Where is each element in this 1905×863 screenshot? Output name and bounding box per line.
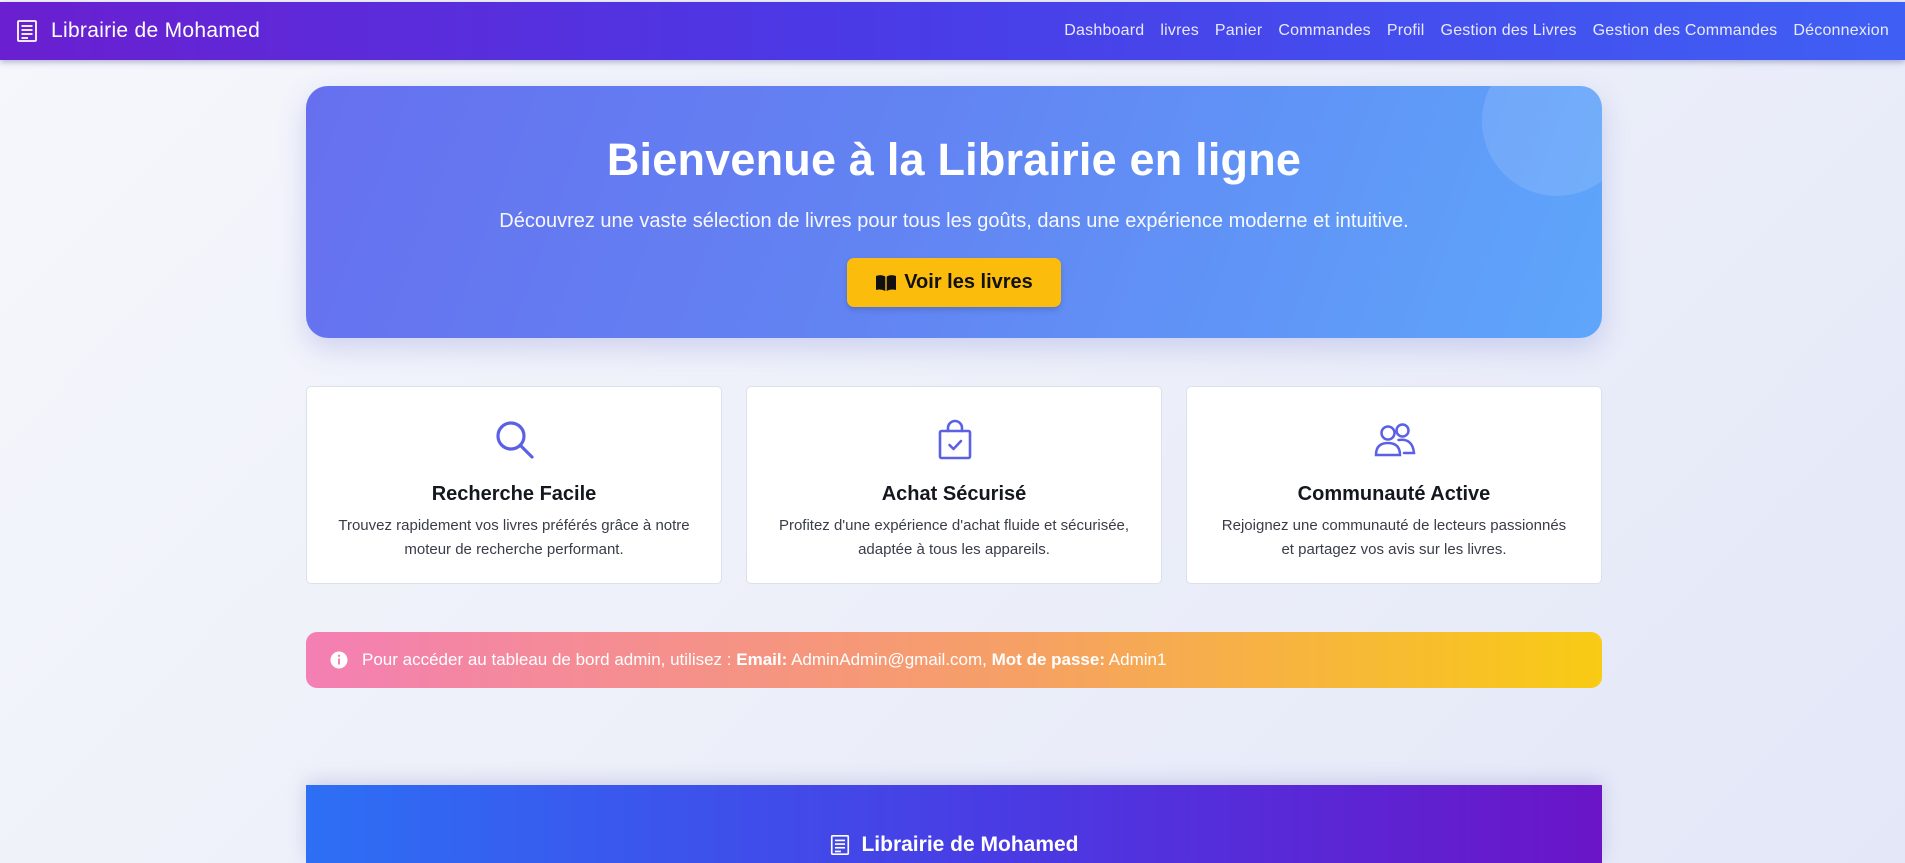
document-lines-icon: [831, 835, 850, 855]
hero-subtitle: Découvrez une vaste sélection de livres …: [499, 210, 1409, 232]
hero-banner: Bienvenue à la Librairie en ligne Découv…: [306, 86, 1602, 338]
alert-password-label: Mot de passe:: [991, 650, 1105, 669]
alert-email-label: Email:: [736, 650, 788, 669]
feature-title: Recherche Facile: [431, 483, 597, 505]
nav-link-livres[interactable]: livres: [1160, 22, 1199, 40]
feature-description: Profitez d'une expérience d'achat fluide…: [769, 514, 1139, 562]
navbar-brand[interactable]: Librairie de Mohamed: [15, 19, 260, 43]
admin-info-alert: Pour accéder au tableau de bord admin, u…: [306, 632, 1602, 688]
feature-description: Rejoignez une communauté de lecteurs pas…: [1209, 514, 1579, 562]
shopping-bag-check-icon: [938, 419, 972, 460]
footer: Librairie de Mohamed: [306, 785, 1602, 863]
feature-desc-line: Trouvez rapidement vos livres préférés g…: [338, 517, 690, 534]
top-navbar: Librairie de Mohamed Dashboard livres Pa…: [0, 2, 1905, 60]
nav-link-panier[interactable]: Panier: [1215, 22, 1262, 40]
footer-brand: Librairie de Mohamed: [306, 833, 1602, 857]
nav-link-gestion-commandes[interactable]: Gestion des Commandes: [1593, 22, 1778, 40]
nav-link-deconnexion[interactable]: Déconnexion: [1793, 22, 1889, 40]
hero-title: Bienvenue à la Librairie en ligne: [606, 134, 1302, 185]
feature-desc-line: moteur de recherche performant.: [404, 541, 624, 558]
people-icon: [1374, 423, 1416, 457]
open-book-icon: [876, 274, 897, 291]
alert-prefix: Pour accéder au tableau de bord admin, u…: [362, 650, 732, 669]
document-lines-icon: [17, 20, 37, 42]
alert-text: Pour accéder au tableau de bord admin, u…: [362, 650, 1166, 670]
view-books-label: Voir les livres: [904, 271, 1033, 293]
alert-email-value: AdminAdmin@gmail.com,: [791, 650, 987, 669]
feature-description: Trouvez rapidement vos livres préférés g…: [329, 514, 699, 562]
nav-link-gestion-livres[interactable]: Gestion des Livres: [1441, 22, 1577, 40]
feature-title: Communauté Active: [1297, 483, 1491, 505]
alert-password-value: Admin1: [1108, 650, 1167, 669]
feature-title: Achat Sécurisé: [881, 483, 1027, 505]
feature-desc-line: Profitez d'une expérience d'achat fluide…: [778, 517, 1130, 534]
footer-brand-name: Librairie de Mohamed: [861, 833, 1079, 856]
feature-desc-line: Rejoignez une communauté de lecteurs pas…: [1221, 517, 1567, 534]
nav-link-profil[interactable]: Profil: [1387, 22, 1425, 40]
nav-link-commandes[interactable]: Commandes: [1278, 22, 1371, 40]
nav-link-dashboard[interactable]: Dashboard: [1064, 22, 1144, 40]
feature-desc-line: adaptée à tous les appareils.: [858, 541, 1050, 558]
search-icon: [496, 421, 534, 459]
view-books-button[interactable]: Voir les livres: [847, 258, 1061, 307]
feature-card-secure-purchase: Achat Sécurisé Profitez d'une expérience…: [746, 386, 1162, 584]
brand-name: Librairie de Mohamed: [51, 19, 261, 42]
feature-card-community: Communauté Active Rejoignez une communau…: [1186, 386, 1602, 584]
feature-card-search: Recherche Facile Trouvez rapidement vos …: [306, 386, 722, 584]
feature-desc-line: et partagez vos avis sur les livres.: [1281, 541, 1507, 558]
info-circle-icon: [330, 651, 348, 669]
nav-links: Dashboard livres Panier Commandes Profil…: [1048, 22, 1889, 40]
